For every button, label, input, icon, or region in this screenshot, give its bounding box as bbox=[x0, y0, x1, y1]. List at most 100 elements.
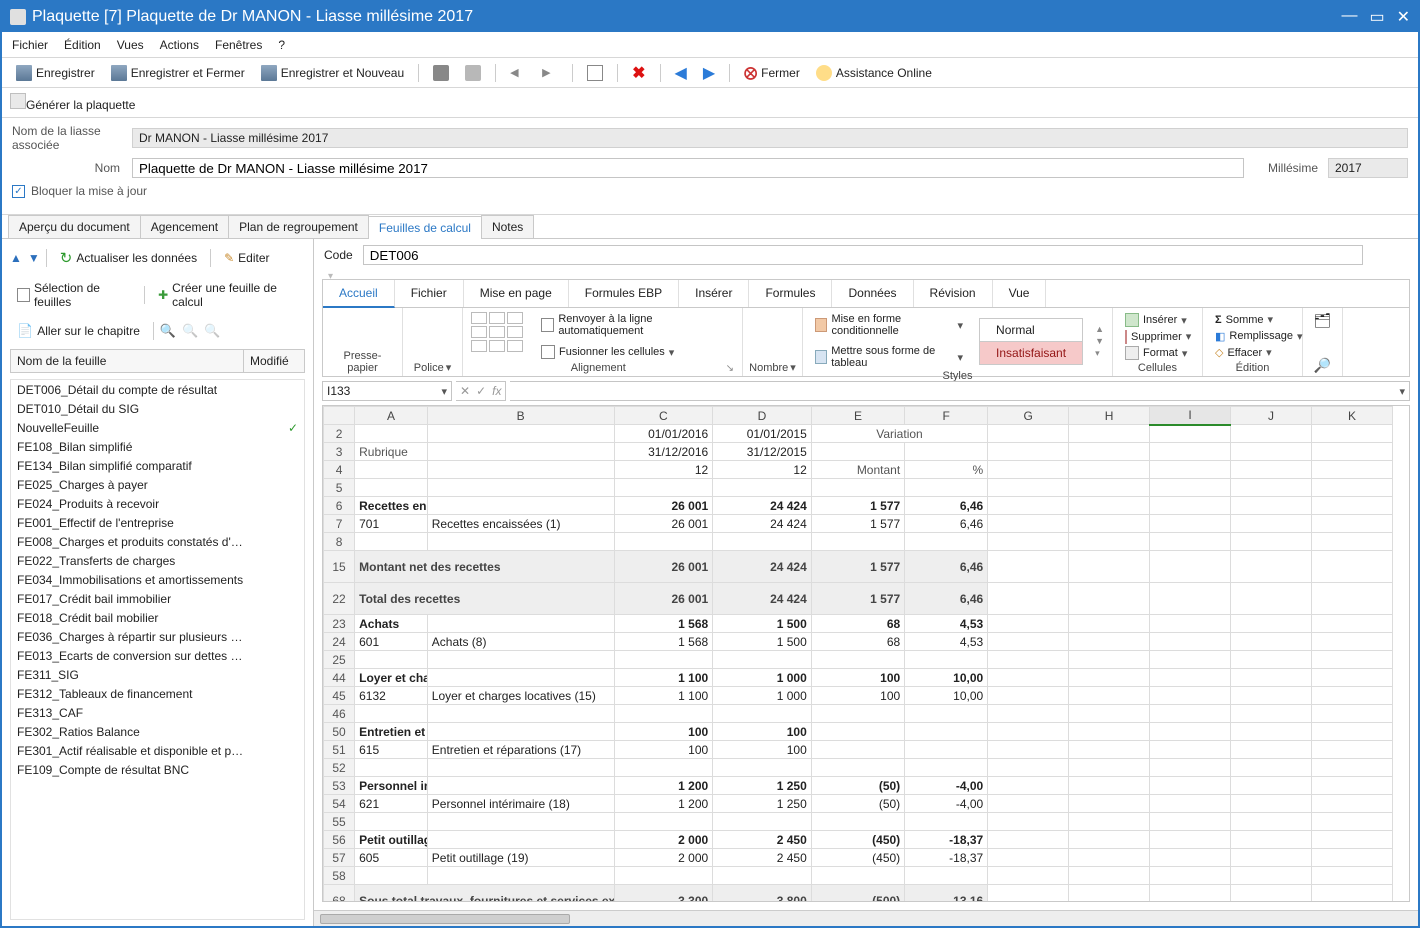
menu-help[interactable]: ? bbox=[278, 38, 285, 52]
table-row[interactable]: 456132Loyer et charges locatives (15)1 1… bbox=[324, 687, 1393, 705]
format-as-table-button[interactable]: Mettre sous forme de tableau bbox=[811, 344, 967, 370]
move-up-icon[interactable] bbox=[10, 251, 22, 265]
horizontal-scrollbar[interactable] bbox=[314, 910, 1418, 926]
ribbon-tab[interactable]: Fichier bbox=[395, 280, 464, 307]
col-name[interactable]: Nom de la feuille bbox=[11, 350, 244, 372]
table-row[interactable]: 8 bbox=[324, 533, 1393, 551]
col-header[interactable]: C bbox=[614, 407, 713, 425]
list-item[interactable]: FE109_Compte de résultat BNC bbox=[11, 760, 304, 779]
table-row[interactable]: 52 bbox=[324, 759, 1393, 777]
table-row[interactable]: 56Petit outillage2 0002 450(450)-18,37 bbox=[324, 831, 1393, 849]
tab-plan[interactable]: Plan de regroupement bbox=[228, 215, 369, 238]
menu-fenetres[interactable]: Fenêtres bbox=[215, 38, 262, 52]
save-new-button[interactable]: Enregistrer et Nouveau bbox=[255, 63, 410, 83]
list-item[interactable]: FE108_Bilan simplifié bbox=[11, 437, 304, 456]
col-header[interactable]: G bbox=[988, 407, 1069, 425]
close-icon[interactable]: ✕ bbox=[1397, 7, 1410, 27]
list-item[interactable]: FE313_CAF bbox=[11, 703, 304, 722]
select-sheets-button[interactable]: Sélection de feuilles bbox=[10, 277, 138, 313]
name-box[interactable]: I133 bbox=[322, 381, 452, 401]
styles-scroll-up-icon[interactable]: ▲ bbox=[1095, 324, 1104, 334]
namebox-dropdown-icon[interactable] bbox=[441, 385, 447, 398]
list-item[interactable]: FE017_Crédit bail immobilier bbox=[11, 589, 304, 608]
table-row[interactable]: 44Loyer et charges locatives1 1001 00010… bbox=[324, 669, 1393, 687]
move-down-icon[interactable] bbox=[28, 251, 40, 265]
formula-expand-icon[interactable] bbox=[1399, 385, 1405, 398]
ribbon-tab[interactable]: Vue bbox=[993, 280, 1047, 307]
print-preview-button[interactable] bbox=[459, 63, 487, 83]
create-sheet-button[interactable]: Créer une feuille de calcul bbox=[151, 277, 305, 313]
assistance-button[interactable]: Assistance Online bbox=[810, 63, 938, 83]
list-item[interactable]: DET006_Détail du compte de résultat bbox=[11, 380, 304, 399]
list-item[interactable]: FE008_Charges et produits constatés d'a… bbox=[11, 532, 304, 551]
table-row[interactable]: 24601Achats (8)1 5681 500684,53 bbox=[324, 633, 1393, 651]
save-button[interactable]: Enregistrer bbox=[10, 63, 101, 83]
save-close-button[interactable]: Enregistrer et Fermer bbox=[105, 63, 251, 83]
list-item[interactable]: FE001_Effectif de l'entreprise bbox=[11, 513, 304, 532]
fill-button[interactable]: ◧Remplissage bbox=[1211, 329, 1294, 344]
list-item[interactable]: FE024_Produits à recevoir bbox=[11, 494, 304, 513]
nav-prev-button[interactable]: ◀ bbox=[669, 61, 693, 85]
sum-button[interactable]: ΣSomme bbox=[1211, 312, 1294, 327]
ribbon-tab[interactable]: Accueil bbox=[323, 280, 395, 308]
menu-fichier[interactable]: Fichier bbox=[12, 38, 48, 52]
list-item[interactable]: FE134_Bilan simplifié comparatif bbox=[11, 456, 304, 475]
styles-more-icon[interactable]: ▾ bbox=[1095, 348, 1104, 359]
col-header[interactable]: I bbox=[1150, 407, 1231, 425]
table-row[interactable]: 53Personnel intérimaire1 2001 250(50)-4,… bbox=[324, 777, 1393, 795]
col-header[interactable]: D bbox=[713, 407, 812, 425]
maximize-icon[interactable]: ▭ bbox=[1369, 7, 1384, 27]
delete-row-button[interactable]: Supprimer bbox=[1121, 329, 1194, 345]
list-item[interactable]: FE036_Charges à répartir sur plusieurs e… bbox=[11, 627, 304, 646]
table-row[interactable]: 46 bbox=[324, 705, 1393, 723]
zoom-out-icon[interactable] bbox=[182, 323, 198, 339]
list-item[interactable]: FE022_Transferts de charges bbox=[11, 551, 304, 570]
col-header[interactable]: F bbox=[905, 407, 988, 425]
refresh-button[interactable]: Actualiser les données bbox=[53, 245, 204, 271]
table-row[interactable]: 23Achats1 5681 500684,53 bbox=[324, 615, 1393, 633]
col-header[interactable]: K bbox=[1312, 407, 1393, 425]
list-item[interactable]: DET010_Détail du SIG bbox=[11, 399, 304, 418]
col-modified[interactable]: Modifié bbox=[244, 350, 304, 372]
table-row[interactable]: 51615Entretien et réparations (17)100100 bbox=[324, 741, 1393, 759]
styles-scroll-down-icon[interactable]: ▼ bbox=[1095, 336, 1104, 346]
table-row[interactable]: 6Recettes encaissées26 00124 4241 5776,4… bbox=[324, 497, 1393, 515]
zoom-in-icon[interactable] bbox=[160, 323, 176, 339]
menu-actions[interactable]: Actions bbox=[160, 38, 199, 52]
tab-agencement[interactable]: Agencement bbox=[140, 215, 229, 238]
menu-edition[interactable]: Édition bbox=[64, 38, 101, 52]
list-item[interactable]: FE302_Ratios Balance bbox=[11, 722, 304, 741]
nom-input[interactable] bbox=[132, 158, 1244, 178]
minimize-icon[interactable]: — bbox=[1341, 7, 1357, 27]
format-button[interactable]: Format bbox=[1121, 345, 1194, 361]
wrap-text-button[interactable]: Renvoyer à la ligne automatiquement bbox=[537, 312, 734, 338]
table-row[interactable]: 15Montant net des recettes26 00124 4241 … bbox=[324, 551, 1393, 583]
accept-formula-icon[interactable]: ✓ bbox=[476, 384, 486, 398]
select-all-cell[interactable] bbox=[324, 407, 355, 425]
clear-button[interactable]: ◇Effacer bbox=[1211, 345, 1294, 360]
formula-bar[interactable] bbox=[510, 381, 1410, 401]
delete-button[interactable]: ✖ bbox=[626, 61, 651, 85]
print-button[interactable] bbox=[427, 63, 455, 83]
merge-cells-button[interactable]: Fusionner les cellules bbox=[537, 344, 734, 360]
table-row[interactable]: 25 bbox=[324, 651, 1393, 669]
close-doc-button[interactable]: ⨂Fermer bbox=[738, 63, 806, 83]
nav-next-button[interactable]: ▶ bbox=[697, 61, 721, 85]
align-dialog-icon[interactable]: ↘ bbox=[726, 363, 734, 374]
tab-feuilles[interactable]: Feuilles de calcul bbox=[368, 216, 482, 239]
table-row[interactable]: 58 bbox=[324, 867, 1393, 885]
ribbon-tab[interactable]: Insérer bbox=[679, 280, 749, 307]
edit-button[interactable]: Editer bbox=[217, 247, 276, 269]
table-row[interactable]: 22Total des recettes26 00124 4241 5776,4… bbox=[324, 583, 1393, 615]
table-row[interactable]: 54621Personnel intérimaire (18)1 2001 25… bbox=[324, 795, 1393, 813]
nombre-dropdown-icon[interactable] bbox=[790, 361, 796, 374]
code-input[interactable] bbox=[363, 245, 1363, 265]
find-icon[interactable]: 🔎 bbox=[1314, 357, 1331, 374]
list-item[interactable]: FE311_SIG bbox=[11, 665, 304, 684]
ribbon-tab[interactable]: Mise en page bbox=[464, 280, 569, 307]
col-header[interactable]: H bbox=[1069, 407, 1150, 425]
col-header[interactable]: E bbox=[811, 407, 904, 425]
table-row[interactable]: 50Entretien et réparations100100 bbox=[324, 723, 1393, 741]
ribbon-tab[interactable]: Données bbox=[832, 280, 913, 307]
table-row[interactable]: 57605Petit outillage (19)2 0002 450(450)… bbox=[324, 849, 1393, 867]
